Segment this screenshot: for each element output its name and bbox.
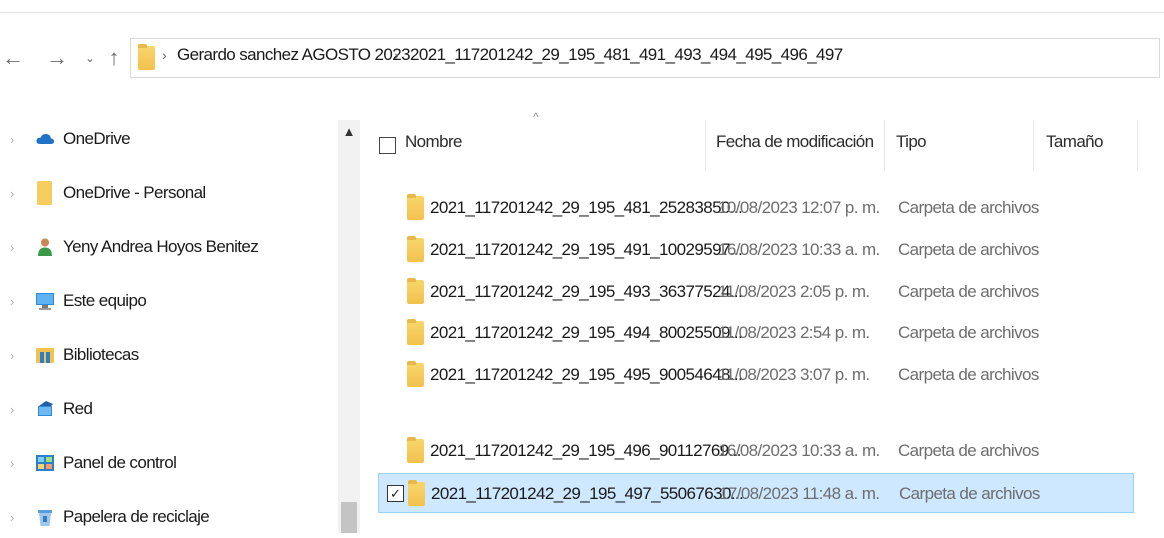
column-divider[interactable] — [705, 120, 706, 170]
chevron-right-icon[interactable]: › — [10, 510, 14, 525]
breadcrumb-item-parent[interactable]: Gerardo sanchez AGOSTO 2023 — [177, 45, 411, 65]
file-type: Carpeta de archivos — [899, 484, 1040, 503]
sidebar-item-panel-de-control[interactable]: › Panel de control — [0, 444, 330, 484]
chevron-right-icon[interactable]: › — [10, 456, 14, 471]
sidebar-item-label: Este equipo — [63, 291, 147, 310]
sidebar-item-bibliotecas[interactable]: › Bibliotecas — [0, 336, 330, 376]
chevron-right-icon[interactable]: › — [10, 402, 14, 417]
chevron-right-icon[interactable]: › — [10, 132, 14, 147]
file-name: 2021_117201242_29_195_494_80025509... — [430, 323, 743, 342]
sidebar-item-user-folder[interactable]: › Yeny Andrea Hoyos Benitez — [0, 228, 330, 268]
file-date: 11/08/2023 2:54 p. m. — [718, 323, 870, 342]
breadcrumb-item-current[interactable]: 2021_117201242_29_195_481_491_493_494_49… — [410, 45, 843, 65]
file-type: Carpeta de archivos — [898, 323, 1039, 342]
file-date: 11/08/2023 3:07 p. m. — [718, 365, 870, 384]
cloud-icon — [36, 133, 55, 144]
column-divider[interactable] — [884, 120, 885, 170]
library-icon — [36, 348, 54, 363]
table-row[interactable]: 2021_117201242_29_195_493_36377524... 11… — [378, 272, 1134, 312]
chevron-right-icon[interactable]: › — [10, 240, 14, 255]
folder-icon — [407, 361, 424, 387]
table-row[interactable]: 2021_117201242_29_195_495_90054648... 11… — [378, 355, 1134, 395]
sidebar-item-label: Bibliotecas — [63, 345, 139, 364]
row-checkbox[interactable]: ✓ — [387, 485, 404, 502]
sidebar-item-red[interactable]: › Red — [0, 390, 330, 430]
table-row[interactable]: 2021_117201242_29_195_496_90112769... 16… — [378, 431, 1134, 471]
column-header-name[interactable]: Nombre — [405, 132, 462, 152]
sidebar-item-papelera[interactable]: › Papelera de reciclaje — [0, 498, 330, 538]
file-name: 2021_117201242_29_195_481_25283850... — [430, 198, 743, 217]
folder-icon — [407, 278, 424, 304]
table-row[interactable]: 2021_117201242_29_195_491_10029597... 16… — [378, 230, 1134, 270]
folder-icon — [138, 44, 155, 70]
folder-icon — [407, 319, 424, 345]
file-type: Carpeta de archivos — [898, 282, 1039, 301]
file-type: Carpeta de archivos — [898, 240, 1039, 259]
network-icon — [38, 401, 53, 416]
table-row-selected[interactable]: ✓ 2021_117201242_29_195_497_55067630... … — [378, 473, 1134, 513]
file-date: 10/08/2023 12:07 p. m. — [718, 198, 880, 217]
file-date: 16/08/2023 10:33 a. m. — [718, 441, 880, 460]
folder-icon — [37, 181, 52, 205]
file-date: 16/08/2023 10:33 a. m. — [718, 240, 880, 259]
sidebar-item-label: Panel de control — [63, 453, 177, 472]
sidebar-item-label: Papelera de reciclaje — [63, 507, 210, 526]
file-type: Carpeta de archivos — [898, 441, 1039, 460]
sort-ascending-icon: ^ — [533, 110, 539, 124]
scrollbar-thumb[interactable] — [341, 502, 357, 533]
sidebar-item-label: OneDrive - Personal — [63, 183, 206, 202]
column-header-date[interactable]: Fecha de modificación — [716, 132, 874, 152]
file-name: 2021_117201242_29_195_496_90112769... — [430, 441, 742, 460]
file-type: Carpeta de archivos — [898, 365, 1039, 384]
file-type: Carpeta de archivos — [898, 198, 1039, 217]
sidebar-item-label: OneDrive — [63, 129, 131, 148]
folder-icon — [407, 194, 424, 220]
file-date: 17/08/2023 11:48 a. m. — [719, 484, 880, 503]
recent-locations-button[interactable]: ⌄ — [79, 44, 101, 72]
window-top-border — [0, 12, 1164, 13]
file-name: 2021_117201242_29_195_491_10029597... — [430, 240, 743, 259]
up-button[interactable]: ↑ — [103, 44, 125, 72]
chevron-right-icon[interactable]: › — [10, 348, 14, 363]
chevron-right-icon[interactable]: › — [10, 186, 14, 201]
table-row[interactable]: 2021_117201242_29_195_494_80025509... 11… — [378, 313, 1134, 353]
chevron-down-icon: ⌄ — [84, 51, 96, 65]
arrow-up-icon: ↑ — [108, 45, 120, 70]
forward-button[interactable]: → — [46, 44, 68, 72]
sidebar-item-label: Yeny Andrea Hoyos Benitez — [63, 237, 259, 256]
sidebar-item-onedrive-personal[interactable]: › OneDrive - Personal — [0, 174, 330, 214]
table-row[interactable]: 2021_117201242_29_195_481_25283850... 10… — [378, 188, 1134, 228]
arrow-left-icon: ← — [2, 45, 24, 70]
recycle-bin-icon — [38, 510, 52, 526]
sidebar-item-label: Red — [63, 399, 93, 418]
folder-icon — [407, 236, 424, 262]
chevron-right-icon[interactable]: › — [10, 294, 14, 309]
column-divider[interactable] — [1033, 120, 1034, 170]
breadcrumb-separator-icon: › — [162, 47, 167, 63]
arrow-right-icon: → — [46, 45, 68, 70]
control-panel-icon — [36, 455, 54, 471]
sidebar-item-onedrive[interactable]: › OneDrive — [0, 120, 330, 160]
folder-icon — [408, 480, 425, 506]
file-date: 11/08/2023 2:05 p. m. — [718, 282, 870, 301]
scroll-up-arrow-icon[interactable]: ▲ — [340, 120, 358, 144]
file-name: 2021_117201242_29_195_497_55067630... — [431, 484, 744, 503]
column-header-size[interactable]: Tamaño — [1046, 132, 1103, 152]
file-name: 2021_117201242_29_195_495_90054648... — [430, 365, 743, 384]
column-header-type[interactable]: Tipo — [896, 132, 927, 152]
breadcrumb-separator-icon: › — [394, 47, 399, 63]
file-name: 2021_117201242_29_195_493_36377524... — [430, 282, 743, 301]
column-divider[interactable] — [1137, 120, 1138, 170]
sidebar-scrollbar[interactable] — [338, 120, 360, 533]
sidebar-item-este-equipo[interactable]: › Este equipo — [0, 282, 330, 322]
computer-icon — [36, 293, 54, 310]
folder-icon — [407, 437, 424, 463]
select-all-checkbox[interactable] — [379, 137, 396, 154]
back-button[interactable]: ← — [2, 44, 24, 72]
user-icon — [38, 238, 52, 256]
